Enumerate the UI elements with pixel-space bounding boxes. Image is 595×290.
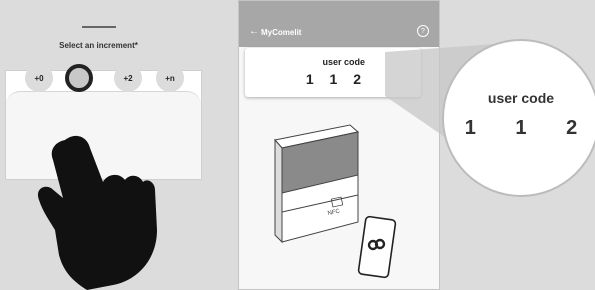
- magnified-user-code-label: user code: [487, 90, 555, 106]
- zoom-magnifier: user code 1 1 2: [444, 41, 595, 195]
- magnified-user-code-value: 1 1 2: [464, 117, 595, 139]
